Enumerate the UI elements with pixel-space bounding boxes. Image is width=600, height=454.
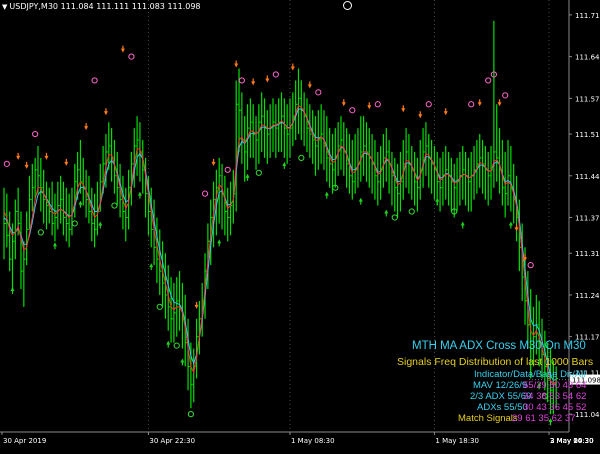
price-tick-label: 111.640	[575, 54, 600, 62]
time-tick-label: 30 Apr 2019	[3, 437, 46, 445]
price-tick-label: 111.440	[575, 173, 600, 181]
match-signals-label: Match Signals	[458, 413, 518, 424]
overlay-row-values: 30 43 36 45 52	[523, 402, 587, 413]
match-signals-values: 29 61 35 62 37	[512, 413, 576, 424]
price-tick-label: 111.570	[575, 95, 600, 103]
overlay-subtitle: Signals Freq Distribution of last 1000 B…	[397, 356, 594, 368]
symbol-header: ▼ USDJPY,M30 111.084 111.111 111.083 111.…	[2, 2, 201, 11]
collapse-triangle-icon[interactable]: ▼	[2, 3, 7, 11]
overlay-title: MTH MA ADX Cross M30 On M30	[412, 340, 586, 352]
overlay-row-values: 55/29 50 43 64	[523, 380, 587, 391]
price-tick-label: 111.370	[575, 214, 600, 222]
overlay-table-header: Indicator/Data/Base Dir/All	[474, 369, 586, 380]
chart-root: 111.710 111.640 111.570 111.510 111.440 111.3…	[0, 0, 600, 450]
time-tick-label: 1 May 08:30	[291, 437, 335, 445]
ohlc-values: 111.084 111.111 111.083 111.098	[60, 2, 201, 11]
top-circle-marker-icon	[343, 1, 352, 10]
symbol-label: USDJPY,M30	[9, 2, 59, 11]
price-tick-label: 111.240	[575, 292, 600, 300]
overlay-row-label: MAV 12/26/9	[473, 380, 528, 391]
time-tick-label: 30 Apr 22:30	[149, 437, 195, 445]
overlay-row-values: 34 38 53 54 62	[523, 391, 587, 402]
time-tick-label: 3 May 20:30	[550, 437, 594, 445]
overlay-row-label: ADXs 55/50	[477, 402, 528, 413]
time-tick-label: 1 May 18:30	[435, 437, 479, 445]
price-tick-label: 111.310	[575, 250, 600, 258]
price-tick-label: 111.510	[575, 131, 600, 139]
price-tick-label: 111.710	[575, 12, 600, 20]
